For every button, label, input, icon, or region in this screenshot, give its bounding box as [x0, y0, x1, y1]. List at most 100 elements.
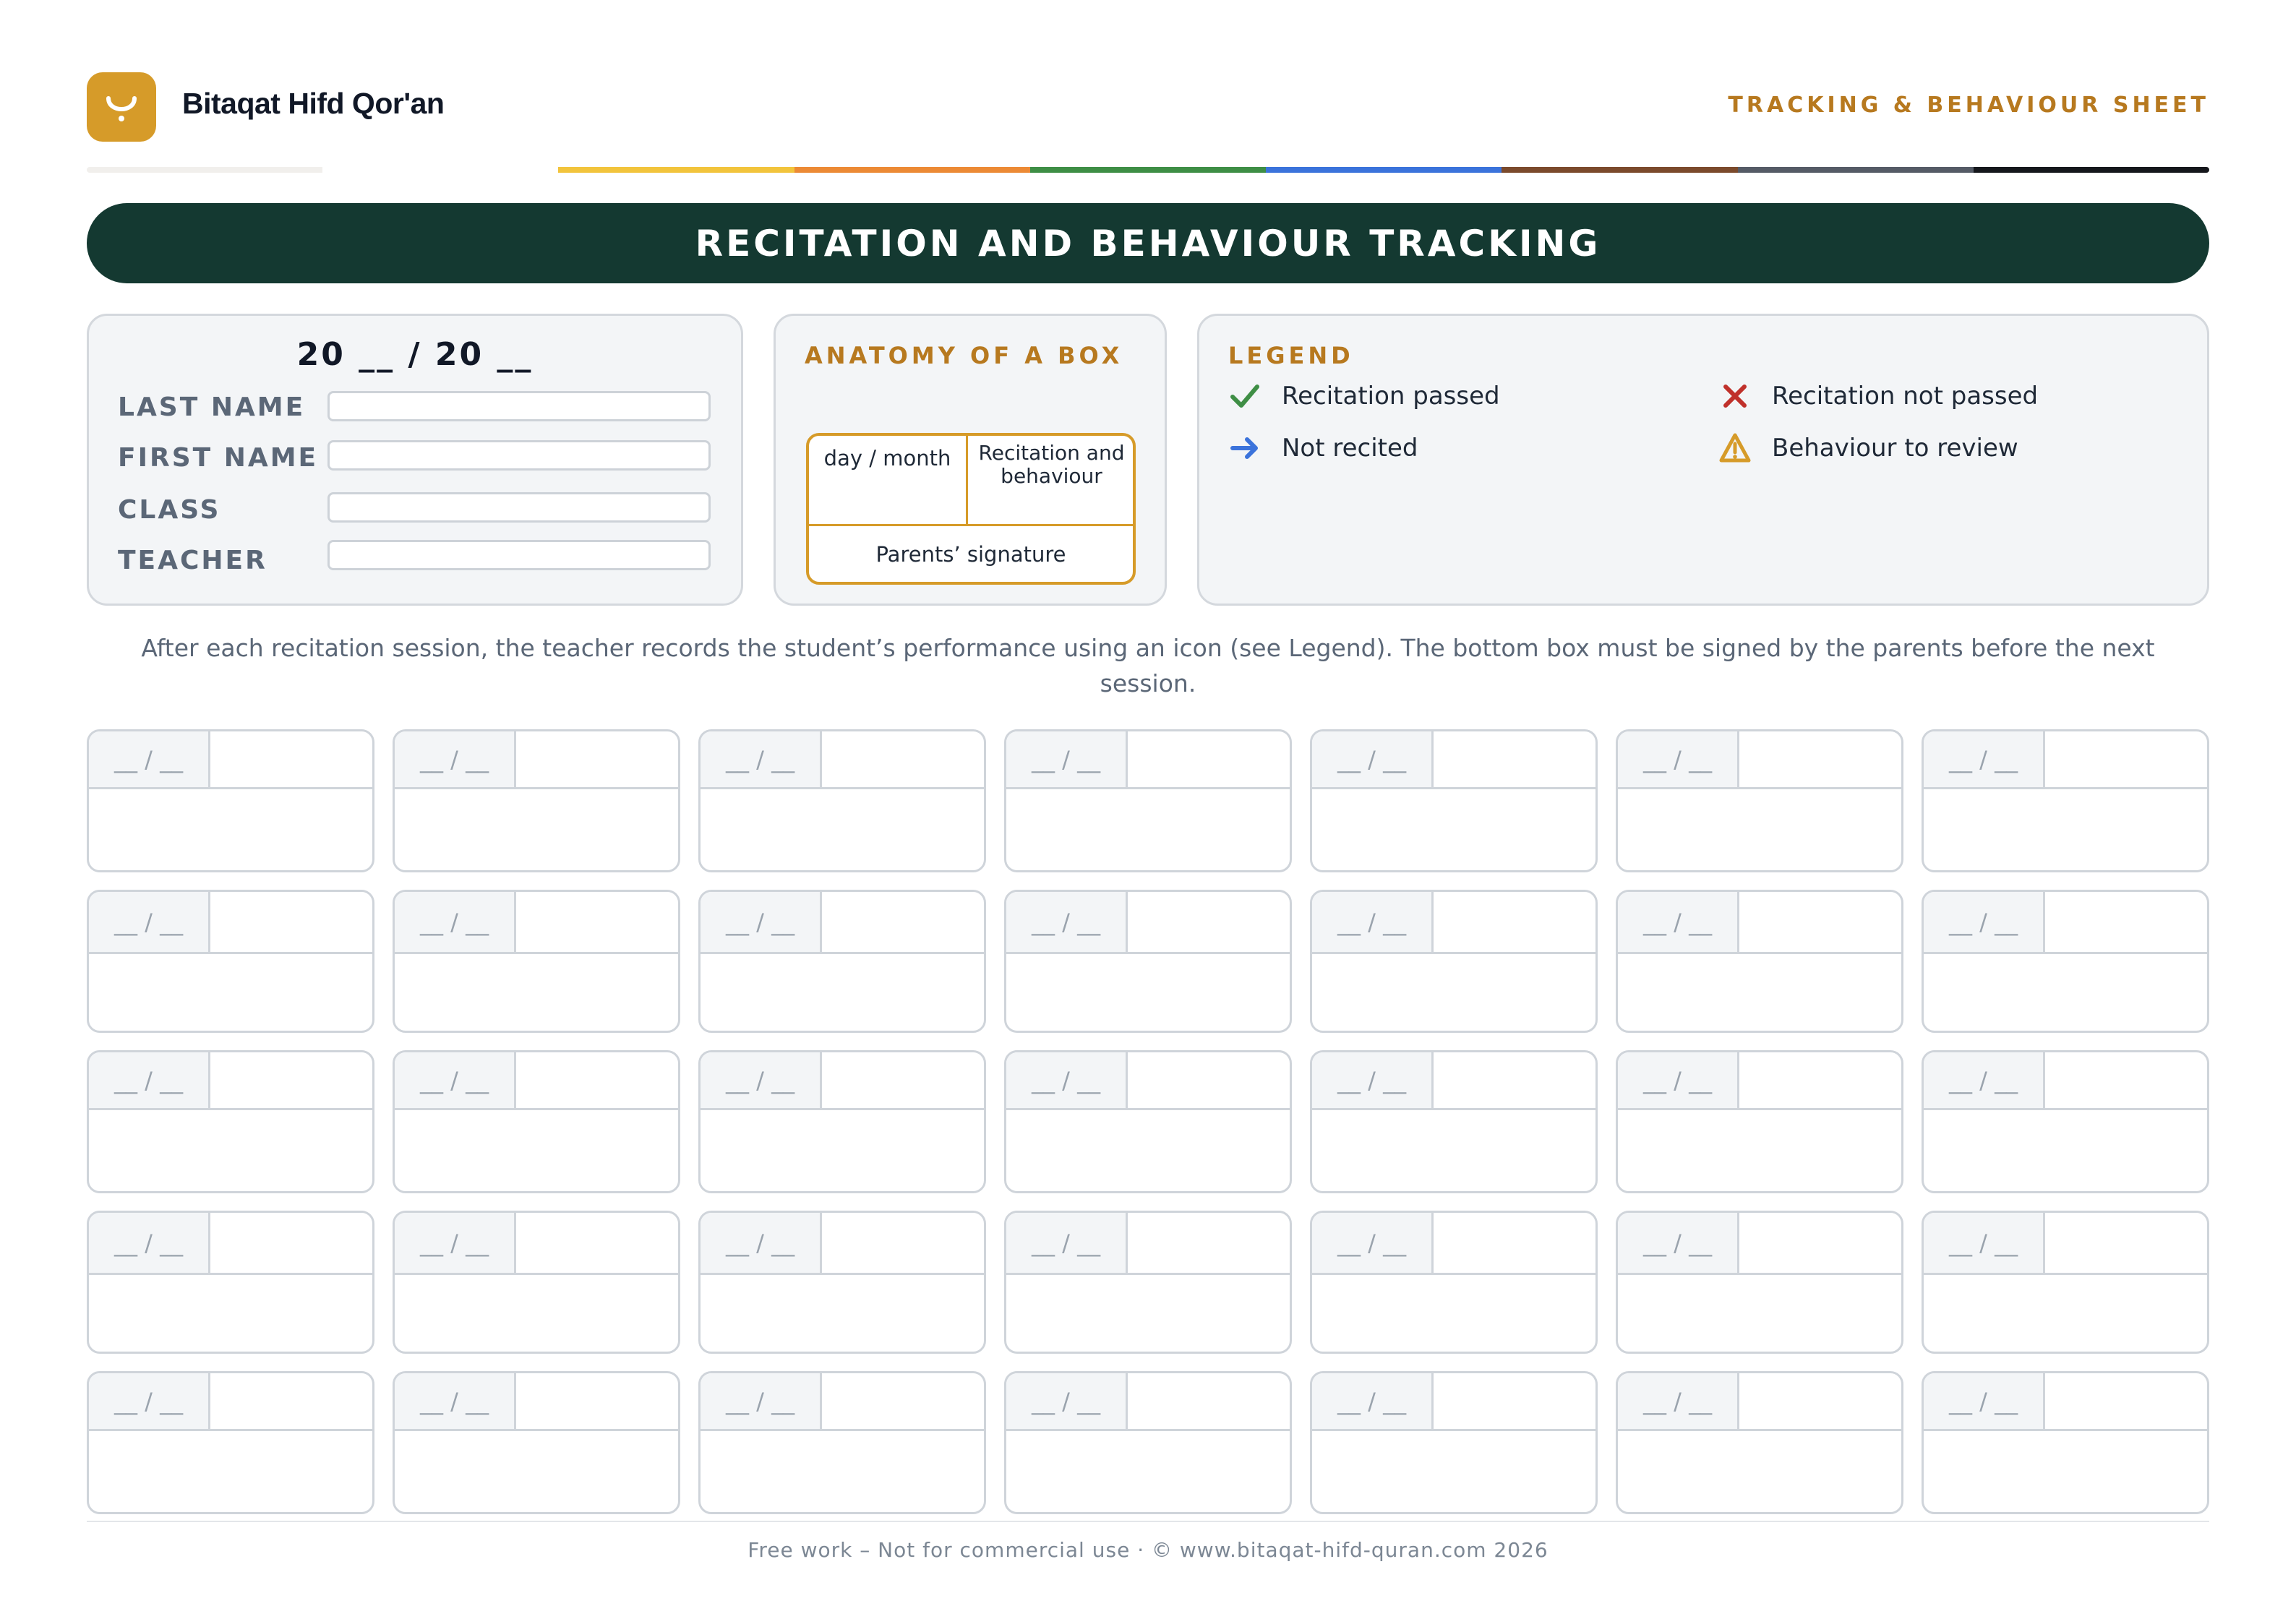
session-mark-cell[interactable]: [516, 1213, 678, 1275]
session-mark-cell[interactable]: [1434, 1373, 1595, 1431]
parents-signature-cell[interactable]: [1924, 789, 2207, 870]
parents-signature-cell[interactable]: [701, 789, 984, 870]
session-date-cell[interactable]: __ / __: [701, 1213, 822, 1275]
parents-signature-cell[interactable]: [1618, 1431, 1901, 1512]
session-mark-cell[interactable]: [1739, 892, 1901, 954]
parents-signature-cell[interactable]: [701, 1431, 984, 1512]
session-date-cell[interactable]: __ / __: [701, 1373, 822, 1431]
first-name-field[interactable]: [327, 440, 711, 471]
session-mark-cell[interactable]: [1128, 731, 1290, 789]
session-mark-cell[interactable]: [822, 892, 984, 954]
session-date-cell[interactable]: __ / __: [395, 1052, 516, 1110]
session-date-cell[interactable]: __ / __: [89, 731, 210, 789]
session-date-cell[interactable]: __ / __: [89, 1373, 210, 1431]
class-field[interactable]: [327, 492, 711, 523]
session-date-cell[interactable]: __ / __: [701, 892, 822, 954]
session-mark-cell[interactable]: [2045, 1213, 2207, 1275]
parents-signature-cell[interactable]: [395, 1431, 678, 1512]
parents-signature-cell[interactable]: [89, 1275, 372, 1352]
session-date-cell[interactable]: __ / __: [701, 1052, 822, 1110]
parents-signature-cell[interactable]: [701, 1110, 984, 1191]
parents-signature-cell[interactable]: [1006, 789, 1290, 870]
session-date-cell[interactable]: __ / __: [1924, 1373, 2045, 1431]
session-mark-cell[interactable]: [822, 1373, 984, 1431]
parents-signature-cell[interactable]: [395, 954, 678, 1031]
session-mark-cell[interactable]: [2045, 892, 2207, 954]
session-mark-cell[interactable]: [1434, 1213, 1595, 1275]
session-mark-cell[interactable]: [1128, 892, 1290, 954]
session-mark-cell[interactable]: [516, 1052, 678, 1110]
session-date-cell[interactable]: __ / __: [1618, 731, 1739, 789]
parents-signature-cell[interactable]: [1006, 1431, 1290, 1512]
session-mark-cell[interactable]: [1128, 1373, 1290, 1431]
session-date-cell[interactable]: __ / __: [1618, 892, 1739, 954]
parents-signature-cell[interactable]: [1618, 789, 1901, 870]
session-date-cell[interactable]: __ / __: [1924, 1052, 2045, 1110]
session-mark-cell[interactable]: [210, 1052, 372, 1110]
session-date-cell[interactable]: __ / __: [1312, 1052, 1434, 1110]
session-date-cell[interactable]: __ / __: [395, 731, 516, 789]
parents-signature-cell[interactable]: [1006, 1110, 1290, 1191]
session-mark-cell[interactable]: [210, 1213, 372, 1275]
parents-signature-cell[interactable]: [1924, 1431, 2207, 1512]
session-mark-cell[interactable]: [210, 731, 372, 789]
session-date-cell[interactable]: __ / __: [1618, 1052, 1739, 1110]
session-date-cell[interactable]: __ / __: [1006, 1213, 1128, 1275]
session-mark-cell[interactable]: [1739, 1213, 1901, 1275]
session-mark-cell[interactable]: [1128, 1213, 1290, 1275]
session-date-cell[interactable]: __ / __: [1006, 1052, 1128, 1110]
session-date-cell[interactable]: __ / __: [1312, 892, 1434, 954]
parents-signature-cell[interactable]: [1312, 1431, 1595, 1512]
session-mark-cell[interactable]: [1434, 731, 1595, 789]
session-date-cell[interactable]: __ / __: [1312, 1373, 1434, 1431]
session-date-cell[interactable]: __ / __: [1924, 892, 2045, 954]
session-mark-cell[interactable]: [1739, 1373, 1901, 1431]
session-date-cell[interactable]: __ / __: [89, 1213, 210, 1275]
parents-signature-cell[interactable]: [1312, 954, 1595, 1031]
parents-signature-cell[interactable]: [89, 1431, 372, 1512]
session-mark-cell[interactable]: [1128, 1052, 1290, 1110]
session-mark-cell[interactable]: [2045, 1052, 2207, 1110]
parents-signature-cell[interactable]: [1924, 1110, 2207, 1191]
last-name-field[interactable]: [327, 391, 711, 421]
teacher-field[interactable]: [327, 540, 711, 570]
parents-signature-cell[interactable]: [1006, 1275, 1290, 1352]
session-date-cell[interactable]: __ / __: [1312, 731, 1434, 789]
session-mark-cell[interactable]: [2045, 1373, 2207, 1431]
session-mark-cell[interactable]: [822, 731, 984, 789]
parents-signature-cell[interactable]: [1312, 789, 1595, 870]
session-date-cell[interactable]: __ / __: [395, 1373, 516, 1431]
parents-signature-cell[interactable]: [1618, 1275, 1901, 1352]
session-date-cell[interactable]: __ / __: [1006, 892, 1128, 954]
parents-signature-cell[interactable]: [701, 1275, 984, 1352]
session-date-cell[interactable]: __ / __: [1924, 731, 2045, 789]
session-date-cell[interactable]: __ / __: [1006, 1373, 1128, 1431]
parents-signature-cell[interactable]: [395, 1110, 678, 1191]
parents-signature-cell[interactable]: [1618, 954, 1901, 1031]
parents-signature-cell[interactable]: [89, 1110, 372, 1191]
parents-signature-cell[interactable]: [1312, 1275, 1595, 1352]
parents-signature-cell[interactable]: [701, 954, 984, 1031]
session-mark-cell[interactable]: [822, 1052, 984, 1110]
session-mark-cell[interactable]: [1434, 892, 1595, 954]
parents-signature-cell[interactable]: [395, 789, 678, 870]
session-date-cell[interactable]: __ / __: [1006, 731, 1128, 789]
session-mark-cell[interactable]: [210, 892, 372, 954]
session-date-cell[interactable]: __ / __: [1312, 1213, 1434, 1275]
session-date-cell[interactable]: __ / __: [89, 1052, 210, 1110]
session-mark-cell[interactable]: [2045, 731, 2207, 789]
session-mark-cell[interactable]: [1434, 1052, 1595, 1110]
parents-signature-cell[interactable]: [89, 954, 372, 1031]
session-date-cell[interactable]: __ / __: [1618, 1373, 1739, 1431]
session-mark-cell[interactable]: [822, 1213, 984, 1275]
session-mark-cell[interactable]: [1739, 1052, 1901, 1110]
session-mark-cell[interactable]: [516, 892, 678, 954]
session-date-cell[interactable]: __ / __: [701, 731, 822, 789]
session-mark-cell[interactable]: [516, 1373, 678, 1431]
parents-signature-cell[interactable]: [1618, 1110, 1901, 1191]
parents-signature-cell[interactable]: [89, 789, 372, 870]
parents-signature-cell[interactable]: [1312, 1110, 1595, 1191]
parents-signature-cell[interactable]: [1924, 1275, 2207, 1352]
session-mark-cell[interactable]: [516, 731, 678, 789]
session-date-cell[interactable]: __ / __: [1924, 1213, 2045, 1275]
